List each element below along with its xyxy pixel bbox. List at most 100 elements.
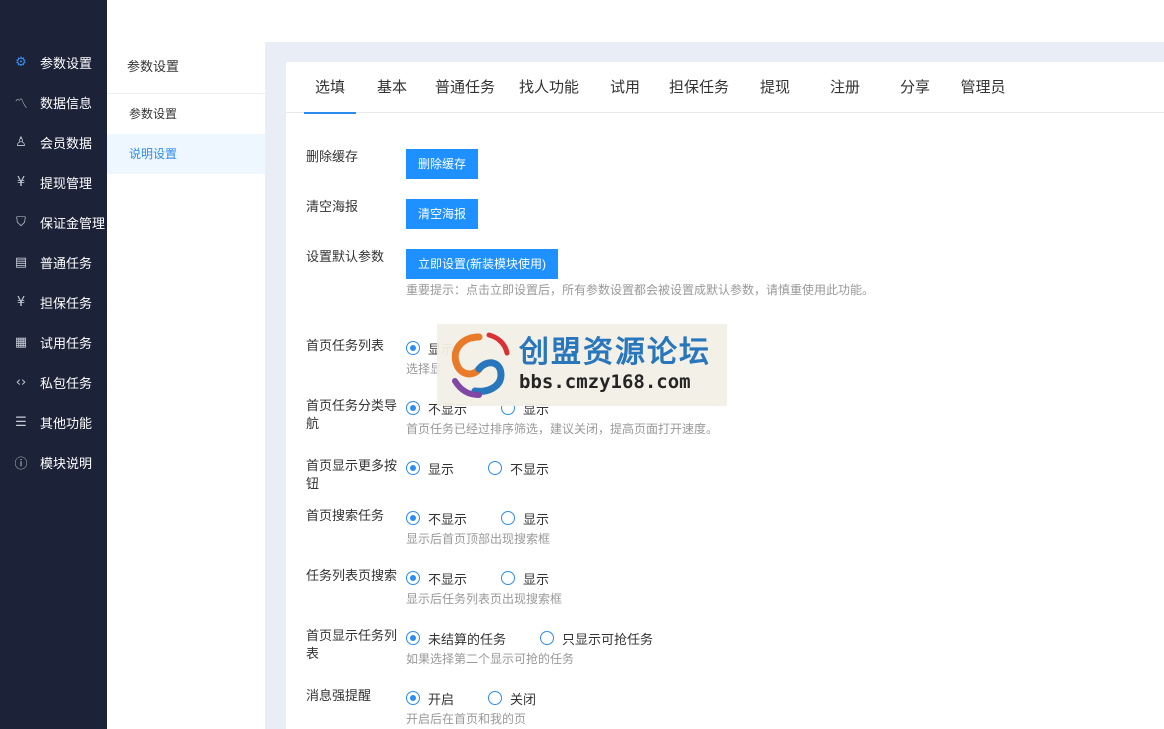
tab-admin[interactable]: 管理员	[957, 62, 1009, 113]
sidebar-item-7[interactable]: ▦ 试用任务	[0, 322, 107, 362]
label-list-search: 任务列表页搜索	[306, 569, 398, 584]
radio-label: 显示	[523, 512, 550, 528]
radio-dot	[406, 691, 420, 705]
sidebar-item-label: 私包任务	[40, 376, 93, 392]
radio-label: 显示	[523, 572, 550, 588]
watermark-title: 创盟资源论坛	[519, 335, 711, 370]
clear-cache-button[interactable]: 删除缓存	[406, 149, 479, 179]
tab-find-people[interactable]: 找人功能	[516, 62, 582, 113]
sidebar-item-label: 担保任务	[40, 296, 93, 312]
radio-dot	[501, 571, 516, 585]
tab-guarantee-task[interactable]: 担保任务	[666, 62, 732, 113]
label-default-params: 设置默认参数	[306, 250, 385, 265]
tab-basic[interactable]: 基本	[372, 62, 412, 113]
radio-label: 不显示	[428, 512, 468, 528]
logo-area	[0, 0, 107, 42]
main-sidebar: ⚙ 参数设置〽数据信息 ♙ 会员数据 ¥ 提现管理 ⛉ 保证金管理 ▤ 普通任务 ¥ 担保任务 ▦ 试用任…	[0, 0, 107, 729]
sidebar-item-3[interactable]: ¥ 提现管理	[0, 162, 107, 202]
radio-dot	[406, 571, 420, 585]
sidebar-item-label: 试用任务	[40, 336, 93, 352]
radio-dot	[406, 341, 420, 355]
sidebar-item-label: 保证金管理	[40, 216, 106, 232]
sidebar-item-2[interactable]: ♙ 会员数据	[0, 122, 107, 162]
top-header-bar	[107, 0, 1164, 42]
list-search-hint: 显示后任务列表页出现搜索框	[406, 592, 563, 606]
label-clear-poster: 清空海报	[306, 200, 359, 215]
radio-list-search-hide[interactable]: 不显示	[406, 569, 467, 588]
radio-home-show-unsettled[interactable]: 未结算的任务	[406, 629, 506, 648]
radio-label: 显示	[428, 462, 455, 478]
radio-home-search-show[interactable]: 显示	[501, 509, 549, 528]
tab-normal-task[interactable]: 普通任务	[432, 62, 498, 113]
radio-dot	[406, 511, 420, 525]
radio-dot	[406, 631, 420, 645]
list-icon: ☰	[15, 414, 27, 430]
radio-message-remind-off[interactable]: 关闭	[488, 689, 536, 708]
tab-trial[interactable]: 试用	[606, 62, 644, 113]
gear-icon: ⚙	[15, 54, 27, 70]
sidebar-item-0[interactable]: ⚙ 参数设置	[0, 42, 107, 82]
submenu-item-params[interactable]: 参数设置	[107, 94, 265, 134]
watermark-overlay: 创盟资源论坛 bbs.cmzy168.com	[437, 324, 727, 406]
home-search-hint: 显示后首页顶部出现搜索框	[406, 532, 551, 546]
sidebar-item-label: 其他功能	[40, 416, 93, 432]
radio-dot	[406, 461, 420, 475]
sidebar-item-9[interactable]: ☰ 其他功能	[0, 402, 107, 442]
sidebar-item-label: 参数设置	[40, 56, 93, 72]
sidebar-item-4[interactable]: ⛉ 保证金管理	[0, 202, 107, 242]
radio-label: 未结算的任务	[428, 632, 507, 648]
radio-dot	[406, 401, 420, 415]
label-home-show-list: 首页显示任务列表	[306, 629, 398, 662]
sidebar-item-label: 会员数据	[40, 136, 93, 152]
radio-home-search-hide[interactable]: 不显示	[406, 509, 467, 528]
guarantee-icon: ¥	[16, 294, 26, 310]
code-icon: ‹›	[15, 374, 27, 390]
sidebar-item-label: 模块说明	[40, 456, 93, 472]
radio-label: 不显示	[510, 462, 550, 478]
home-show-list-hint: 如果选择第二个显示可抢的任务	[406, 652, 575, 666]
radio-label: 开启	[428, 692, 455, 708]
apply-default-button[interactable]: 立即设置(新装模块使用)	[406, 249, 558, 279]
user-icon: ♙	[15, 134, 27, 150]
radio-label: 关闭	[510, 692, 537, 708]
label-home-search: 首页搜索任务	[306, 509, 385, 524]
info-icon: ⓘ	[14, 456, 28, 472]
tab-optional[interactable]: 选填	[304, 62, 356, 114]
watermark-url: bbs.cmzy168.com	[519, 371, 691, 393]
receipt-icon: ▤	[14, 254, 28, 270]
label-home-task-list: 首页任务列表	[306, 339, 385, 354]
secondary-menu: 参数设置 参数设置 说明设置	[107, 42, 266, 729]
radio-list-search-show[interactable]: 显示	[501, 569, 549, 588]
sidebar-item-5[interactable]: ▤ 普通任务	[0, 242, 107, 282]
radio-dot	[540, 631, 555, 645]
radio-home-more-hide[interactable]: 不显示	[488, 459, 549, 478]
sidebar-item-1[interactable]: 〽数据信息	[0, 82, 107, 122]
radio-home-show-grabbable[interactable]: 只显示可抢任务	[540, 629, 653, 648]
radio-message-remind-on[interactable]: 开启	[406, 689, 454, 708]
radio-label: 不显示	[428, 572, 468, 588]
tab-share[interactable]: 分享	[895, 62, 935, 113]
label-home-more-button: 首页显示更多按钮	[306, 459, 398, 492]
label-clear-cache: 删除缓存	[306, 150, 359, 165]
label-message-remind: 消息强提醒	[306, 689, 372, 704]
radio-home-more-show[interactable]: 显示	[406, 459, 454, 478]
home-task-nav-hint: 首页任务已经过排序筛选，建议关闭，提高页面打开速度。	[406, 422, 719, 436]
sidebar-item-6[interactable]: ¥ 担保任务	[0, 282, 107, 322]
sidebar-item-10[interactable]: ⓘ 模块说明	[0, 442, 107, 482]
chart-icon: 〽	[14, 96, 28, 112]
tab-register[interactable]: 注册	[825, 62, 865, 113]
submenu-title: 参数设置	[107, 42, 265, 94]
tab-withdraw[interactable]: 提现	[755, 62, 795, 113]
submenu-item-description[interactable]: 说明设置	[107, 134, 265, 174]
radio-dot	[501, 511, 516, 525]
sidebar-item-label: 普通任务	[40, 256, 93, 272]
sidebar-item-label: 提现管理	[40, 176, 93, 192]
radio-dot	[488, 691, 503, 705]
sidebar-item-label: 数据信息	[40, 96, 93, 112]
watermark-logo-icon	[451, 332, 510, 398]
document-icon: ▦	[14, 334, 28, 350]
yen-icon: ¥	[16, 174, 26, 190]
clear-poster-button[interactable]: 清空海报	[406, 199, 479, 229]
default-params-hint: 重要提示：点击立即设置后，所有参数设置都会被设置成默认参数，请慎重使用此功能。	[406, 283, 875, 297]
sidebar-item-8[interactable]: ‹› 私包任务	[0, 362, 107, 402]
